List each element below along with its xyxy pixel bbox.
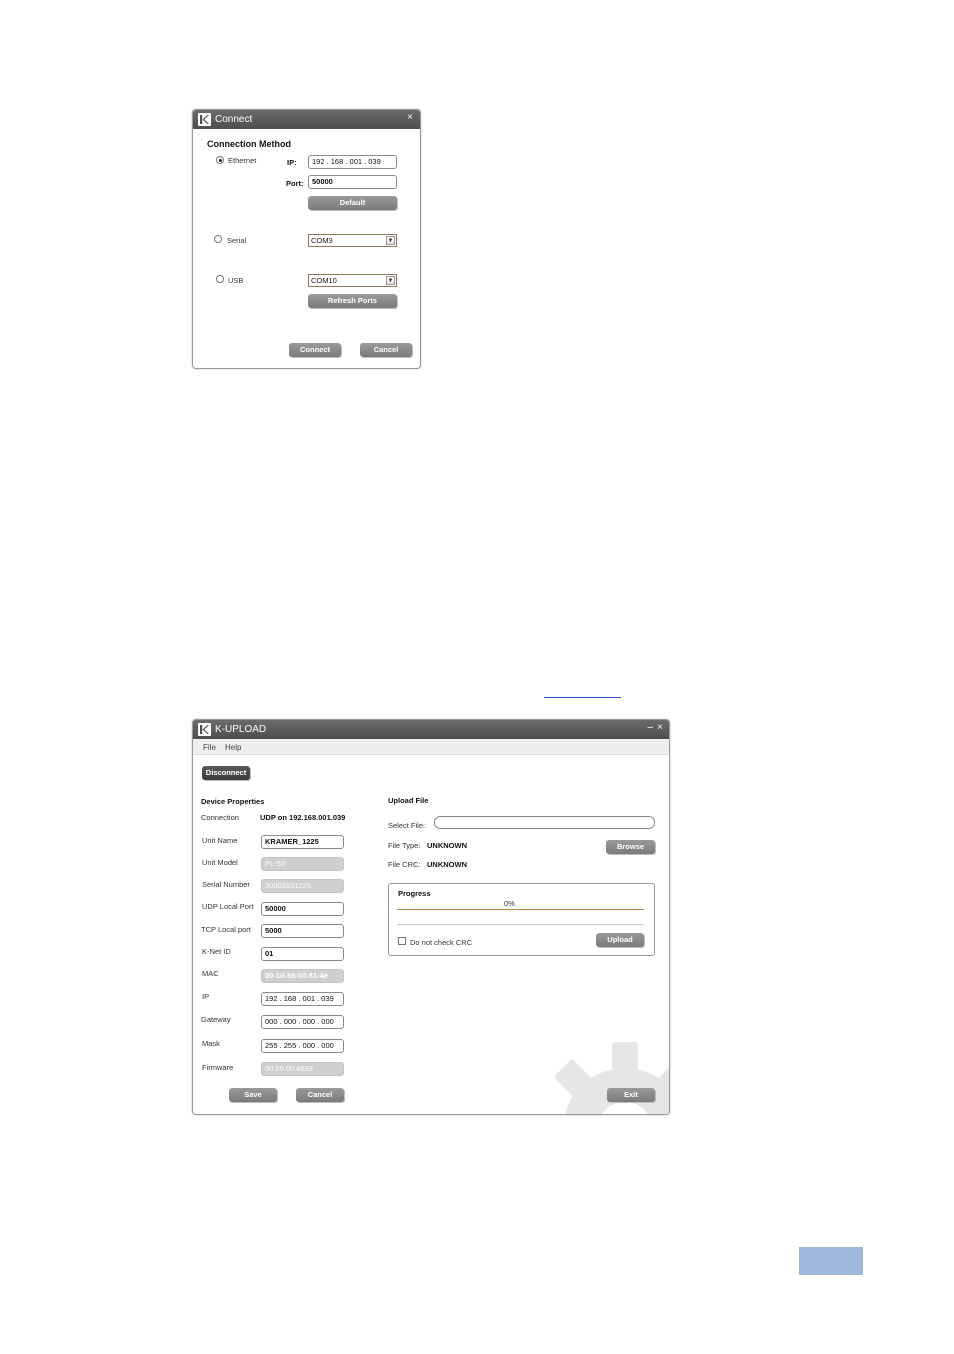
cancel-button[interactable]: Cancel [296, 1088, 344, 1102]
close-icon[interactable]: × [657, 722, 663, 733]
device-properties-heading: Device Properties [201, 797, 265, 806]
usb-label: USB [228, 276, 244, 285]
progress-percent: 0% [504, 899, 515, 908]
serial-label: Serial [227, 236, 247, 245]
file-crc-label: File CRC: [388, 860, 421, 869]
menu-help[interactable]: Help [225, 743, 241, 752]
ethernet-radio[interactable] [216, 156, 224, 164]
menu-file[interactable]: File [203, 743, 216, 752]
do-not-check-crc-label: Do not check CRC [410, 938, 473, 947]
ethernet-label: Ethernet [228, 156, 257, 165]
document-link-underline[interactable] [544, 697, 621, 698]
serial-number-label: Serial Number [202, 880, 250, 889]
ip-label: IP: [287, 158, 297, 167]
tcp-local-port-label: TCP Local port [201, 925, 251, 934]
file-crc-value: UNKNOWN [427, 860, 467, 869]
kramer-logo-icon [198, 723, 211, 736]
knet-id-label: K-Net ID [202, 947, 231, 956]
connection-method-heading: Connection Method [207, 139, 291, 149]
do-not-check-crc-checkbox[interactable] [398, 937, 406, 945]
save-button[interactable]: Save [229, 1088, 277, 1102]
usb-radio[interactable] [216, 275, 224, 283]
page-number-badge [799, 1247, 863, 1275]
browse-button[interactable]: Browse [606, 840, 655, 854]
serial-port-select[interactable]: COM3 ▼ [308, 234, 397, 247]
progress-bar [397, 909, 644, 925]
unit-model-field: PL-50 [261, 857, 344, 871]
default-button[interactable]: Default [308, 196, 397, 210]
mac-label: MAC [202, 969, 219, 978]
udp-local-port-input[interactable]: 50000 [261, 902, 344, 916]
connection-value: UDP on 192.168.001.039 [260, 813, 346, 822]
disconnect-button[interactable]: Disconnect [202, 766, 250, 780]
ip-label: IP [202, 992, 210, 1001]
firmware-label: Firmware [202, 1063, 234, 1072]
knet-id-input[interactable]: 01 [261, 947, 344, 961]
progress-heading: Progress [398, 889, 431, 898]
unit-name-label: Unit Name [202, 836, 238, 845]
select-file-input[interactable] [434, 816, 655, 829]
tcp-local-port-input[interactable]: 5000 [261, 924, 344, 938]
chevron-down-icon[interactable]: ▼ [386, 276, 395, 285]
connect-button[interactable]: Connect [289, 343, 341, 357]
upload-file-heading: Upload File [388, 796, 429, 805]
refresh-ports-button[interactable]: Refresh Ports [308, 294, 397, 308]
exit-button[interactable]: Exit [607, 1088, 655, 1102]
file-type-label: File Type: [388, 841, 421, 850]
serial-radio[interactable] [214, 235, 222, 243]
chevron-down-icon[interactable]: ▼ [386, 236, 395, 245]
mac-field: 00-1d-56-00-81-4e [261, 969, 344, 983]
port-input[interactable]: 50000 [308, 175, 397, 189]
firmware-field: 00.09.00.4633 [261, 1062, 344, 1076]
ip-address-input[interactable]: 192 . 168 . 001 . 039 [308, 155, 397, 169]
connect-title: Connect [215, 114, 253, 125]
usb-port-value: COM10 [311, 276, 337, 285]
gateway-input[interactable]: 000 . 000 . 000 . 000 [261, 1015, 344, 1029]
unit-name-input[interactable]: KRAMER_1225 [261, 835, 344, 849]
usb-port-select[interactable]: COM10 ▼ [308, 274, 397, 287]
minimize-icon[interactable]: – [647, 722, 653, 733]
kupload-title: K-UPLOAD [215, 724, 267, 735]
port-label: Port: [286, 179, 304, 188]
connection-label: Connection [201, 813, 239, 822]
file-type-value: UNKNOWN [427, 841, 467, 850]
serial-number-field: 30003331225 [261, 879, 344, 893]
mask-input[interactable]: 255 . 255 . 000 . 000 [261, 1039, 344, 1053]
gateway-label: Gateway [201, 1015, 231, 1024]
kupload-titlebar[interactable]: K-UPLOAD – × [193, 720, 669, 739]
upload-button[interactable]: Upload [596, 933, 644, 947]
cancel-button[interactable]: Cancel [360, 343, 412, 357]
mask-label: Mask [202, 1039, 220, 1048]
unit-model-label: Unit Model [202, 858, 238, 867]
serial-port-value: COM3 [311, 236, 333, 245]
select-file-label: Select File: [388, 821, 426, 830]
close-icon[interactable]: × [407, 112, 413, 123]
device-ip-input[interactable]: 192 . 168 . 001 . 039 [261, 992, 344, 1006]
udp-local-port-label: UDP Local Port [202, 902, 254, 911]
kramer-logo-icon [198, 113, 211, 126]
connect-titlebar[interactable]: Connect × [193, 110, 420, 129]
menu-bar [193, 739, 669, 755]
